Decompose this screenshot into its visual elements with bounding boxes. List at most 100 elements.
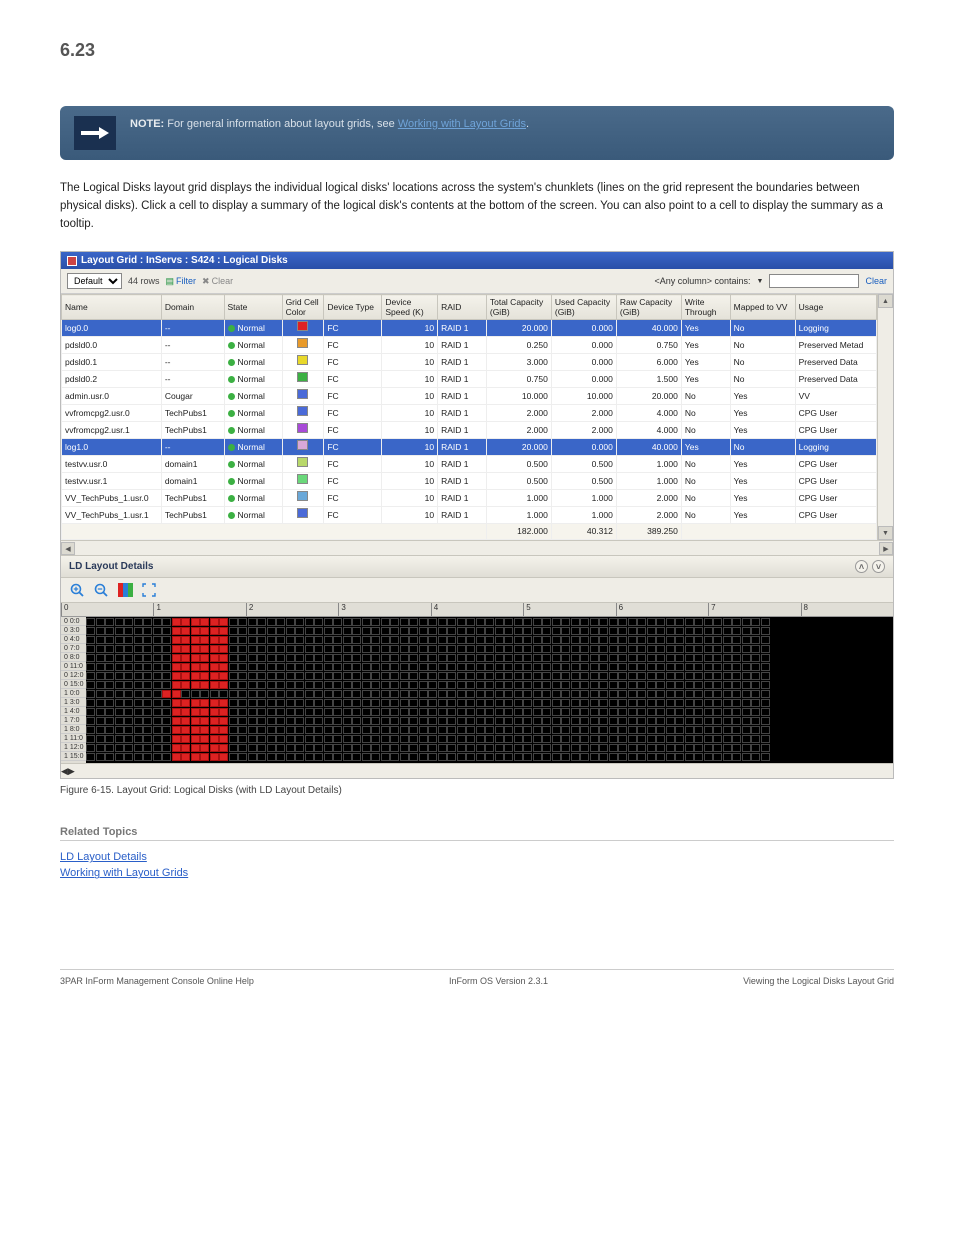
layout-cell[interactable] — [124, 735, 133, 743]
layout-cell[interactable] — [428, 654, 437, 662]
layout-cell[interactable] — [723, 663, 732, 671]
layout-cell[interactable] — [666, 753, 675, 761]
layout-cell[interactable] — [571, 726, 580, 734]
layout-cell[interactable] — [400, 627, 409, 635]
layout-cell[interactable] — [457, 672, 466, 680]
layout-cell[interactable] — [742, 726, 751, 734]
layout-cell[interactable] — [514, 681, 523, 689]
column-header[interactable]: Device Type — [324, 295, 382, 320]
layout-cell[interactable] — [257, 618, 266, 626]
layout-cell[interactable] — [210, 645, 219, 653]
layout-cell[interactable] — [105, 744, 114, 752]
layout-cell[interactable] — [476, 735, 485, 743]
layout-cell[interactable] — [428, 627, 437, 635]
layout-cell[interactable] — [324, 735, 333, 743]
layout-cell[interactable] — [685, 735, 694, 743]
window-titlebar[interactable]: Layout Grid : InServs : S424 : Logical D… — [61, 252, 893, 269]
layout-cell[interactable] — [504, 636, 513, 644]
layout-cell[interactable] — [580, 636, 589, 644]
layout-cell[interactable] — [675, 690, 684, 698]
layout-cell[interactable] — [428, 690, 437, 698]
layout-cell[interactable] — [267, 663, 276, 671]
layout-cell[interactable] — [485, 735, 494, 743]
layout-cell[interactable] — [476, 618, 485, 626]
layout-cell[interactable] — [286, 744, 295, 752]
layout-cell[interactable] — [438, 744, 447, 752]
layout-cell[interactable] — [352, 672, 361, 680]
layout-cell[interactable] — [485, 708, 494, 716]
layout-cell[interactable] — [343, 699, 352, 707]
layout-cell[interactable] — [571, 690, 580, 698]
layout-cell[interactable] — [419, 654, 428, 662]
layout-cell[interactable] — [590, 672, 599, 680]
layout-cell[interactable] — [362, 672, 371, 680]
layout-cell[interactable] — [333, 699, 342, 707]
layout-cell[interactable] — [590, 681, 599, 689]
layout-cell[interactable] — [533, 636, 542, 644]
layout-cell[interactable] — [115, 753, 124, 761]
layout-cell[interactable] — [371, 735, 380, 743]
layout-cell[interactable] — [656, 663, 665, 671]
layout-cell[interactable] — [257, 627, 266, 635]
layout-cell[interactable] — [666, 717, 675, 725]
layout-cell[interactable] — [390, 663, 399, 671]
layout-cell[interactable] — [210, 663, 219, 671]
layout-cell[interactable] — [476, 717, 485, 725]
layout-cell[interactable] — [143, 681, 152, 689]
layout-cell[interactable] — [229, 627, 238, 635]
layout-cell[interactable] — [428, 699, 437, 707]
layout-cell[interactable] — [219, 753, 228, 761]
layout-cell[interactable] — [210, 636, 219, 644]
layout-cell[interactable] — [504, 672, 513, 680]
layout-cell[interactable] — [181, 681, 190, 689]
layout-cell[interactable] — [267, 627, 276, 635]
layout-cell[interactable] — [210, 618, 219, 626]
layout-cell[interactable] — [181, 690, 190, 698]
layout-cell[interactable] — [476, 699, 485, 707]
layout-cell[interactable] — [229, 744, 238, 752]
layout-cell[interactable] — [438, 753, 447, 761]
column-header[interactable]: Total Capacity (GiB) — [486, 295, 551, 320]
layout-cell[interactable] — [324, 744, 333, 752]
layout-cell[interactable] — [181, 708, 190, 716]
layout-cell[interactable] — [751, 699, 760, 707]
layout-cell[interactable] — [694, 636, 703, 644]
table-row[interactable]: testvv.usr.1domain1NormalFC10RAID 10.500… — [62, 473, 877, 490]
layout-cell[interactable] — [210, 681, 219, 689]
horizontal-scrollbar[interactable]: ◀ ▶ — [61, 540, 893, 555]
layout-cell[interactable] — [533, 672, 542, 680]
layout-cell[interactable] — [419, 663, 428, 671]
layout-cell[interactable] — [428, 681, 437, 689]
layout-cell[interactable] — [542, 681, 551, 689]
layout-cell[interactable] — [561, 744, 570, 752]
layout-cell[interactable] — [276, 654, 285, 662]
layout-cell[interactable] — [134, 753, 143, 761]
layout-cell[interactable] — [219, 699, 228, 707]
layout-cell[interactable] — [191, 663, 200, 671]
layout-cell[interactable] — [476, 645, 485, 653]
layout-cell[interactable] — [485, 690, 494, 698]
layout-cell[interactable] — [637, 636, 646, 644]
layout-cell[interactable] — [552, 636, 561, 644]
layout-cell[interactable] — [694, 753, 703, 761]
scroll-down-icon[interactable]: ▼ — [878, 526, 893, 540]
layout-cell[interactable] — [447, 627, 456, 635]
layout-cell[interactable] — [609, 717, 618, 725]
layout-cell[interactable] — [514, 708, 523, 716]
layout-cell[interactable] — [286, 645, 295, 653]
column-header[interactable]: Write Through — [681, 295, 730, 320]
layout-cell[interactable] — [542, 654, 551, 662]
layout-cell[interactable] — [96, 726, 105, 734]
layout-cell[interactable] — [599, 645, 608, 653]
layout-cell[interactable] — [419, 681, 428, 689]
layout-cell[interactable] — [675, 735, 684, 743]
layout-cell[interactable] — [628, 726, 637, 734]
layout-cell[interactable] — [514, 735, 523, 743]
layout-cell[interactable] — [257, 636, 266, 644]
layout-cell[interactable] — [362, 636, 371, 644]
layout-cell[interactable] — [685, 636, 694, 644]
layout-cell[interactable] — [333, 654, 342, 662]
layout-cell[interactable] — [200, 735, 209, 743]
layout-cell[interactable] — [248, 672, 257, 680]
layout-cell[interactable] — [533, 717, 542, 725]
